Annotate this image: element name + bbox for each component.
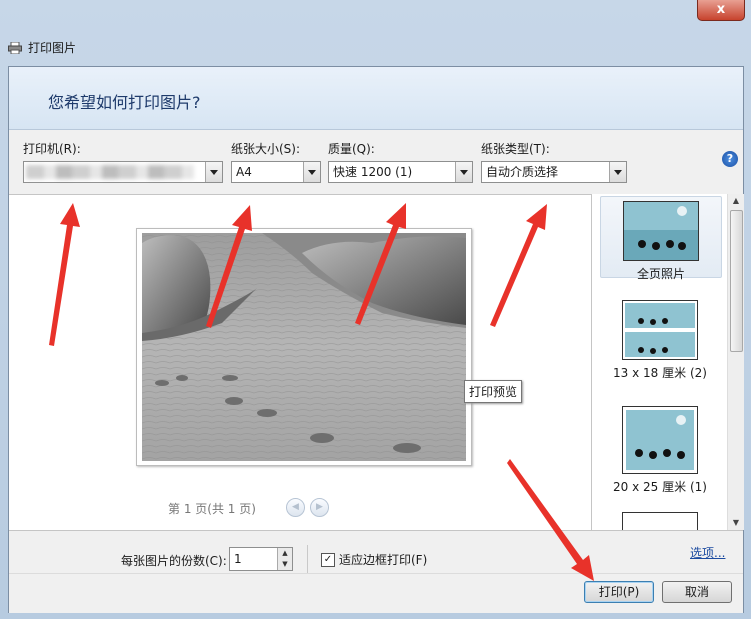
quality-value: 快速 1200 (1) xyxy=(333,165,413,179)
previous-page-icon[interactable]: ◀ xyxy=(286,498,305,517)
layout-scrollbar[interactable]: ▲ ▼ xyxy=(727,194,744,530)
printer-select[interactable] xyxy=(23,161,223,183)
footer-divider xyxy=(9,573,743,574)
scroll-down-icon[interactable]: ▼ xyxy=(728,516,744,530)
scroll-thumb[interactable] xyxy=(730,210,743,352)
copies-stepper[interactable]: ▲ ▼ xyxy=(277,548,292,570)
layout-item-full-page[interactable]: 全页照片 xyxy=(600,196,722,281)
20x25-thumbnail-icon xyxy=(622,406,698,474)
chevron-down-icon[interactable] xyxy=(609,162,626,182)
preview-photo xyxy=(142,233,466,461)
layout-item-partial[interactable] xyxy=(600,512,720,530)
print-preview-tooltip: 打印预览 xyxy=(464,380,523,403)
preview-page xyxy=(136,228,472,466)
cancel-button[interactable]: 取消 xyxy=(662,581,732,603)
chevron-down-icon[interactable] xyxy=(303,162,320,182)
paper-type-label: 纸张类型(T): xyxy=(481,142,550,156)
paper-type-value: 自动介质选择 xyxy=(486,165,559,179)
help-icon[interactable]: ? xyxy=(722,151,738,167)
fit-to-frame-checkbox[interactable]: ✓ 适应边框打印(F) xyxy=(321,551,427,568)
dialog-header: 您希望如何打印图片? xyxy=(9,67,743,130)
scroll-up-icon[interactable]: ▲ xyxy=(728,194,744,208)
paper-size-value: A4 xyxy=(236,165,252,179)
checkbox-check-icon[interactable]: ✓ xyxy=(321,552,335,567)
printer-name-blurred xyxy=(26,165,194,179)
fit-to-frame-label: 适应边框打印(F) xyxy=(339,553,428,567)
options-bar: 打印机(R): 纸张大小(S): A4 质量(Q): 快速 1200 (1) 纸… xyxy=(9,130,743,194)
copies-input[interactable]: 1 ▲ ▼ xyxy=(229,547,293,571)
full-page-thumbnail-icon xyxy=(623,201,699,261)
printer-icon xyxy=(8,42,22,54)
layout-item-20x25[interactable]: 20 x 25 厘米 (1) xyxy=(600,406,720,496)
layout-label: 全页照片 xyxy=(636,267,685,281)
layout-label: 20 x 25 厘米 (1) xyxy=(613,480,707,494)
chevron-down-icon[interactable] xyxy=(205,162,222,182)
dialog-title-text: 打印图片 xyxy=(28,41,77,55)
paper-size-select[interactable]: A4 xyxy=(231,161,321,183)
quality-select[interactable]: 快速 1200 (1) xyxy=(328,161,473,183)
options-link[interactable]: 选项... xyxy=(690,544,725,561)
layout-list: 全页照片 13 x 18 厘米 (2) 20 x 25 厘米 (1) ▲ ▼ xyxy=(591,194,744,530)
title-bar: x xyxy=(0,0,751,30)
close-button[interactable]: x xyxy=(697,0,745,21)
copies-label: 每张图片的份数(C): xyxy=(121,554,227,568)
copies-value: 1 xyxy=(234,552,242,566)
bottom-bar: 每张图片的份数(C): 1 ▲ ▼ ✓ 适应边框打印(F) 选项... 打印(P… xyxy=(9,530,743,613)
layout-thumbnail-icon xyxy=(622,512,698,530)
layout-label: 13 x 18 厘米 (2) xyxy=(613,366,707,380)
page-indicator: 第 1 页(共 1 页) xyxy=(168,502,256,516)
chevron-down-icon[interactable] xyxy=(455,162,472,182)
decrement-icon[interactable]: ▼ xyxy=(278,559,292,570)
increment-icon[interactable]: ▲ xyxy=(278,548,292,559)
dialog-body: 您希望如何打印图片? 打印机(R): 纸张大小(S): A4 质量(Q): 快速… xyxy=(8,66,744,613)
layout-item-13x18[interactable]: 13 x 18 厘米 (2) xyxy=(600,300,720,390)
13x18-thumbnail-icon xyxy=(622,300,698,360)
dialog-title: 打印图片 xyxy=(8,38,76,58)
print-preview-area: 打印预览 第 1 页(共 1 页) ◀ ▶ xyxy=(9,194,591,531)
header-text: 您希望如何打印图片? xyxy=(48,93,201,112)
paper-size-label: 纸张大小(S): xyxy=(231,142,301,156)
print-button[interactable]: 打印(P) xyxy=(584,581,654,603)
quality-label: 质量(Q): xyxy=(328,142,375,156)
paper-type-select[interactable]: 自动介质选择 xyxy=(481,161,627,183)
window: x 打印图片 您希望如何打印图片? 打印机(R): 纸张大小(S): A4 质量… xyxy=(0,0,751,619)
printer-label: 打印机(R): xyxy=(23,142,81,156)
next-page-icon[interactable]: ▶ xyxy=(310,498,329,517)
divider xyxy=(307,545,308,573)
